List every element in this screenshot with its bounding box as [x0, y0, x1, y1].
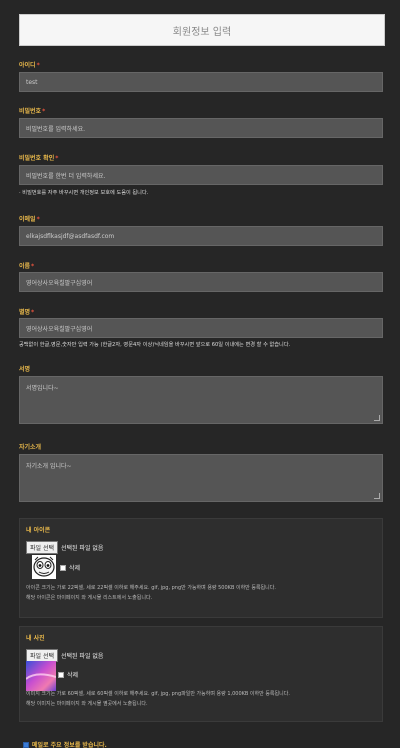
password-confirm-label: 비밀번호 확인*: [19, 155, 59, 162]
email-label: 이메일*: [19, 216, 40, 223]
nickname-help-text: 공백없이 한글,영문,숫자만 입력 가능 (한글2자, 영문4자 이상)닉네임을…: [19, 342, 291, 348]
signature-textarea[interactable]: 서명입니다~: [19, 376, 383, 424]
signature-label: 서명: [19, 366, 31, 373]
photo-note-1: 이미지 크기는 가로 60픽셀, 세로 60픽셀 이하로 해주세요. gif, …: [26, 691, 290, 697]
my-photo-title: 내 사진: [26, 635, 45, 642]
password-confirm-field[interactable]: 비밀번호를 한번 더 입력하세요.: [19, 165, 383, 185]
name-field[interactable]: 영어상사오육칠팔구십영어: [19, 272, 383, 292]
icon-file-status: 선택된 파일 없음: [61, 545, 104, 552]
my-icon-box: 내 아이콘 파일 선택 선택된 파일 없음 삭제 아이콘 크기는 가로 22픽셀…: [19, 518, 383, 618]
icon-file-row: 파일 선택 선택된 파일 없음: [26, 541, 103, 554]
resize-grip-icon[interactable]: [374, 493, 380, 499]
password-field[interactable]: 비밀번호를 입력하세요.: [19, 118, 383, 138]
photo-file-status: 선택된 파일 없음: [61, 653, 104, 660]
my-icon-title: 내 아이콘: [26, 527, 51, 534]
nickname-label: 별명*: [19, 309, 35, 316]
member-form-page: 회원정보 입력 아이디* test 비밀번호* 비밀번호를 입력하세요. 비밀번…: [0, 0, 400, 748]
intro-textarea[interactable]: 자기소개 입니다~: [19, 454, 383, 502]
name-label: 이름*: [19, 263, 35, 270]
icon-file-button[interactable]: 파일 선택: [26, 541, 58, 554]
email-field[interactable]: elkajsdflkasjdf@asdfasdf.com: [19, 226, 383, 246]
intro-label: 자기소개: [19, 444, 42, 451]
resize-grip-icon[interactable]: [374, 415, 380, 421]
current-photo-image: [25, 661, 57, 691]
mailing-label: 메일로 주요 정보를 받습니다.: [32, 742, 107, 748]
id-field[interactable]: test: [19, 72, 383, 92]
my-photo-box: 내 사진 파일 선택 선택된 파일 없음 삭제 이미지 크기는 가로 60픽셀,…: [19, 626, 383, 722]
icon-delete-checkbox[interactable]: [60, 564, 66, 571]
signature-text: 서명입니다~: [26, 385, 59, 392]
photo-delete-checkbox[interactable]: [58, 671, 64, 678]
photo-delete-row: 삭제: [58, 670, 78, 679]
icon-delete-row: 삭제: [60, 563, 80, 572]
password-help-text: · 비밀번호를 자주 바꾸시면 개인정보 보호에 도움이 됩니다.: [19, 190, 149, 196]
photo-note-2: 해당 이미지는 마이페이지 와 게시물 옆곳에서 노출됩니다.: [26, 701, 148, 707]
id-label: 아이디*: [19, 62, 40, 69]
icon-note-2: 해당 아이콘은 마이페이지 와 게시물 리스트에서 노출됩니다.: [26, 595, 153, 601]
mailing-opt-in[interactable]: 메일로 주요 정보를 받습니다.: [23, 740, 107, 748]
password-label: 비밀번호*: [19, 108, 46, 115]
nickname-field[interactable]: 영어상사오육칠팔구십영어: [19, 318, 383, 338]
current-icon-image: [32, 555, 56, 579]
page-title: 회원정보 입력: [19, 14, 385, 46]
icon-note-1: 아이콘 크기는 가로 22픽셀, 세로 22픽셀 이하로 해주세요. gif, …: [26, 585, 276, 591]
icon-delete-label: 삭제: [69, 565, 81, 572]
mailing-checkbox[interactable]: [23, 741, 29, 748]
intro-text: 자기소개 입니다~: [26, 463, 72, 470]
photo-delete-label: 삭제: [67, 672, 79, 679]
